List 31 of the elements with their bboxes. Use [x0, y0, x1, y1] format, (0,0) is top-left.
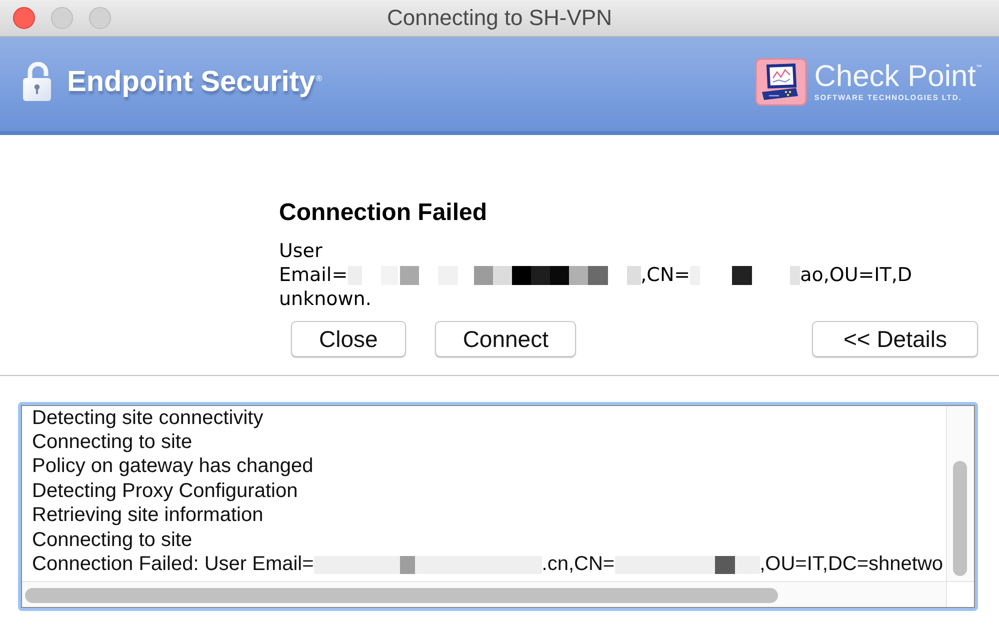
connect-button[interactable]: Connect [434, 321, 576, 357]
close-button[interactable]: Close [291, 321, 406, 357]
log-line: Connection Failed: User Email= [32, 553, 314, 576]
vertical-scrollbar[interactable] [946, 406, 974, 581]
message-text: Email= [279, 263, 348, 287]
log-line: Connecting to site [32, 431, 192, 454]
message-text: User [279, 239, 322, 263]
computer-logo-icon [755, 58, 808, 106]
horizontal-scrollbar[interactable] [22, 581, 946, 607]
padlock-icon [22, 62, 52, 102]
close-button[interactable] [13, 7, 35, 29]
log-line: Retrieving site information [32, 504, 264, 528]
log-line: Connecting to site [32, 528, 192, 552]
log-line: .cn,CN= [542, 553, 615, 576]
scrollbar-thumb[interactable] [953, 461, 967, 576]
vendor-name: Check Point [814, 62, 976, 92]
message-text: ao,OU=IT,D [800, 263, 912, 287]
status-title: Connection Failed [279, 199, 488, 227]
details-button[interactable]: << Details [812, 321, 978, 357]
scrollbar-corner [946, 581, 974, 607]
log-line: Detecting Proxy Configuration [32, 480, 298, 503]
log-line: Detecting site connectivity [32, 406, 264, 430]
message-text: ,CN= [640, 263, 690, 287]
registered-mark: ® [316, 75, 322, 83]
log-text-area[interactable] [18, 402, 978, 611]
product-name: Endpoint Security [67, 65, 316, 99]
message-text: unknown. [279, 287, 372, 311]
scrollbar-thumb[interactable] [25, 588, 778, 603]
log-line: ,OU=IT,DC=shnetwo [760, 553, 944, 576]
log-line: Policy on gateway has changed [32, 455, 314, 478]
window-title: Connecting to SH-VPN [387, 5, 612, 31]
